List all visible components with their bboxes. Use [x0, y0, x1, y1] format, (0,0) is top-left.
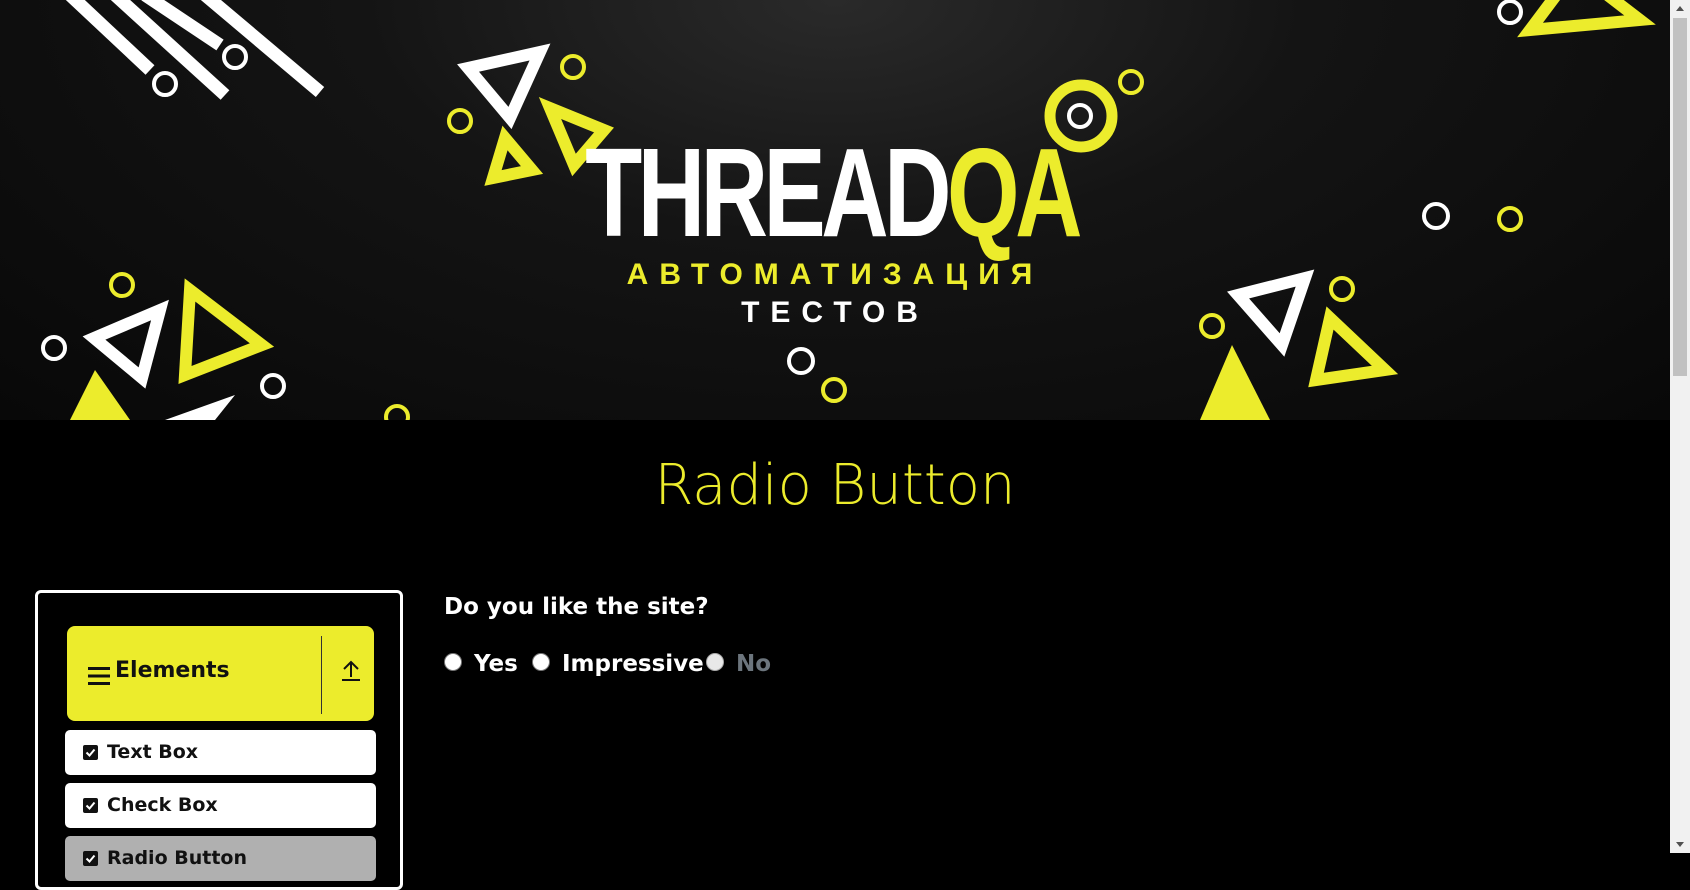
logo-subtitle-line2: ТЕСТОВ	[741, 296, 929, 329]
logo-title-white: THREAD	[585, 122, 951, 263]
sidebar-group-label: Elements	[115, 658, 230, 683]
radio-no-label: No	[736, 651, 772, 677]
scroll-up-arrow-icon[interactable]	[1670, 0, 1690, 17]
page-title: Radio Button	[654, 453, 1016, 518]
header-banner: THREADQA АВТОМАТИЗАЦИЯ ТЕСТОВ	[0, 0, 1670, 420]
sidebar-item-radio-button[interactable]: Radio Button	[65, 836, 376, 881]
radio-question: Do you like the site?	[444, 594, 709, 620]
checkbox-icon	[83, 851, 98, 866]
logo-title-yellow: QA	[947, 122, 1082, 263]
logo-subtitle-line1: АВТОМАТИЗАЦИЯ	[626, 258, 1044, 291]
scroll-down-arrow-icon[interactable]	[1670, 836, 1690, 853]
sidebar-item-label: Text Box	[107, 741, 199, 763]
sidebar-item-check-box[interactable]: Check Box	[65, 783, 376, 828]
checkbox-icon	[83, 745, 98, 760]
scrollbar-thumb[interactable]	[1673, 18, 1687, 376]
header-divider	[321, 636, 322, 714]
logo-title: THREADQA	[214, 130, 1450, 256]
radio-yes[interactable]	[444, 653, 462, 671]
hamburger-icon	[88, 667, 110, 685]
checkbox-icon	[83, 798, 98, 813]
sidebar-group-elements[interactable]: Elements	[67, 626, 374, 721]
collapse-up-icon[interactable]	[341, 660, 361, 682]
radio-no	[706, 653, 724, 671]
sidebar: Elements Text Box Check Box Radio Button	[35, 590, 403, 890]
page-scrollbar[interactable]	[1670, 0, 1690, 853]
sidebar-item-label: Radio Button	[107, 847, 247, 869]
radio-impressive-label[interactable]: Impressive	[562, 651, 704, 677]
radio-impressive[interactable]	[532, 653, 550, 671]
sidebar-item-label: Check Box	[107, 794, 218, 816]
radio-yes-label[interactable]: Yes	[474, 651, 518, 677]
sidebar-item-text-box[interactable]: Text Box	[65, 730, 376, 775]
